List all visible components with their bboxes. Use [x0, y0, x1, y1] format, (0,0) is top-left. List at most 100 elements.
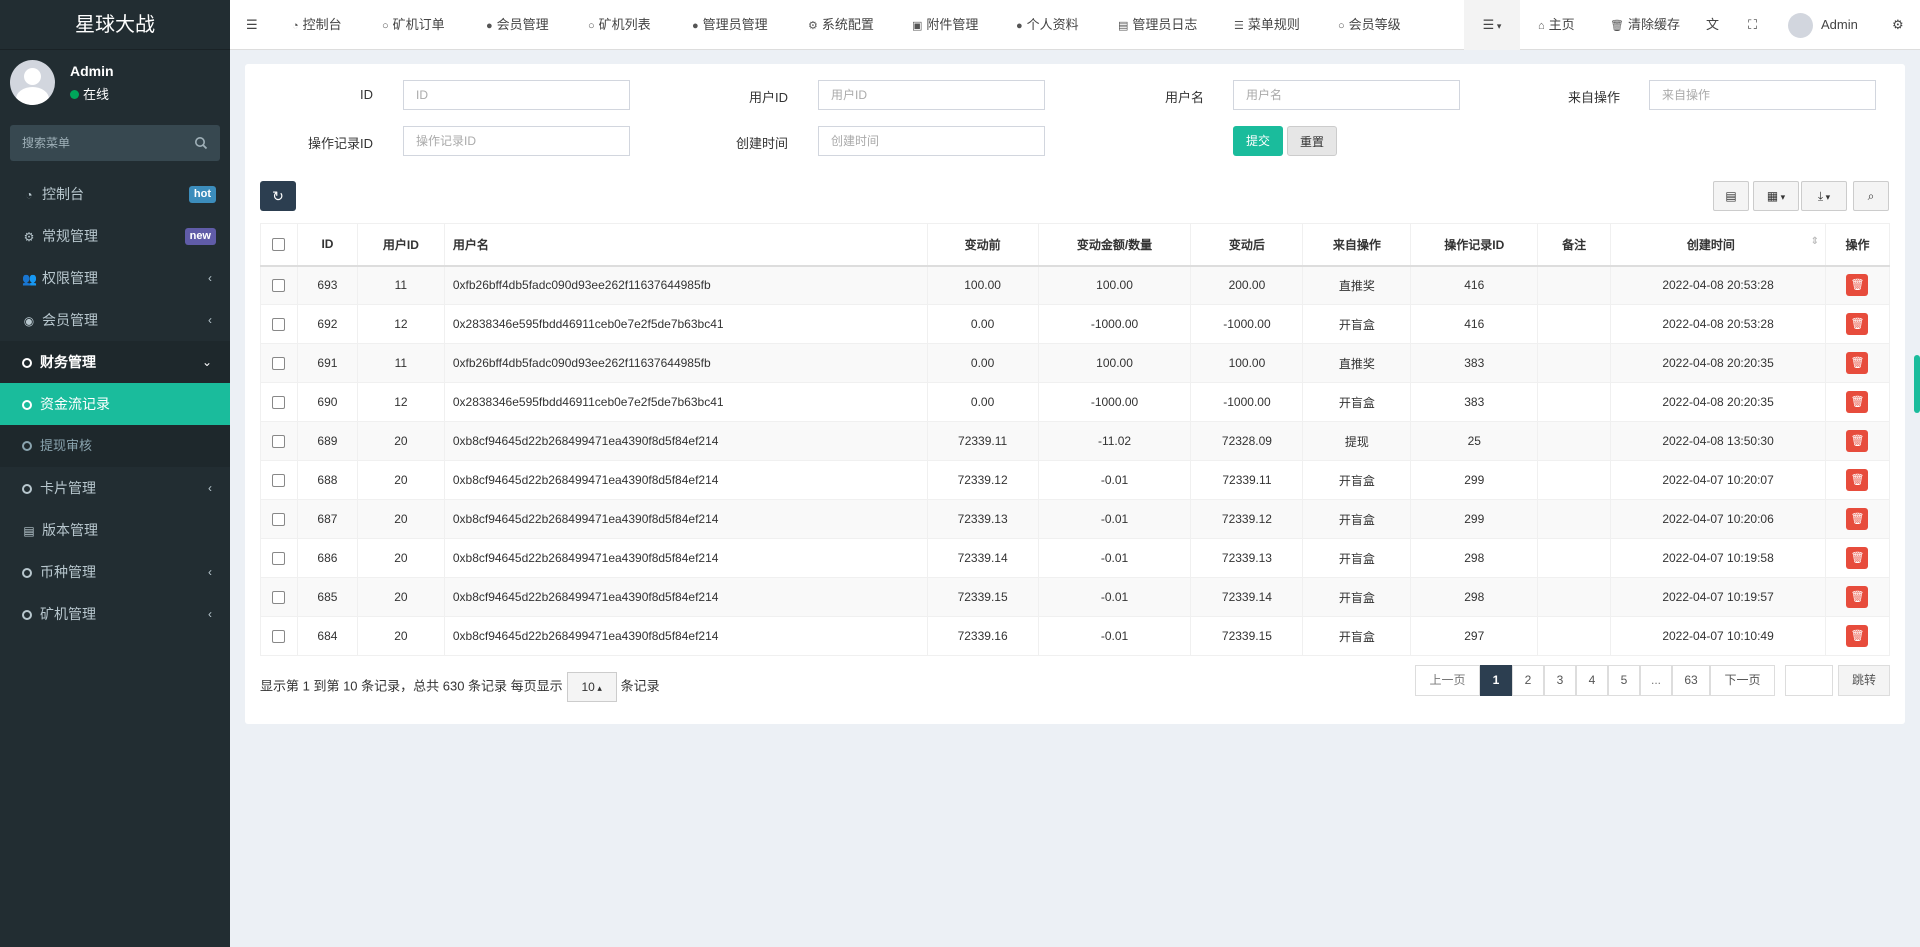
sidebar-search-input[interactable]: [10, 125, 220, 161]
filter-from-input[interactable]: [1649, 80, 1876, 110]
tab-dashboard[interactable]: ◔ 控制台: [292, 0, 342, 50]
col-remark[interactable]: 备注: [1537, 223, 1612, 267]
next-page-button[interactable]: 下一页: [1710, 665, 1775, 696]
sidebar-item-versions[interactable]: ▤ 版本管理: [0, 509, 230, 551]
tab-miner-list[interactable]: ○ 矿机列表: [588, 0, 651, 50]
settings-gear-icon[interactable]: ⚙: [1892, 0, 1904, 50]
tab-system-config[interactable]: ⚙ 系统配置: [808, 0, 874, 50]
sidebar-item-fund-flow[interactable]: 资金流记录: [0, 383, 230, 425]
submit-button[interactable]: 提交: [1233, 126, 1283, 156]
delete-button[interactable]: 🗑: [1846, 469, 1869, 491]
delete-button[interactable]: 🗑: [1846, 430, 1869, 452]
col-id[interactable]: ID: [296, 223, 358, 267]
delete-button[interactable]: 🗑: [1846, 313, 1869, 335]
toggle-view-button[interactable]: ▤: [1713, 181, 1749, 211]
page-1[interactable]: 1: [1480, 665, 1512, 696]
caret-down-icon: ▾: [1823, 192, 1831, 202]
page-3[interactable]: 3: [1544, 665, 1576, 696]
sidebar-item-cards[interactable]: 卡片管理 ‹: [0, 467, 230, 509]
col-record-id[interactable]: 操作记录ID: [1410, 223, 1539, 267]
row-checkbox[interactable]: [272, 630, 286, 644]
sidebar-item-finance[interactable]: 财务管理 ⌄: [0, 341, 230, 383]
tab-dropdown-toggle[interactable]: ☰ ▾: [1464, 0, 1520, 50]
brand-logo[interactable]: 星球大战: [0, 0, 230, 50]
cell-from: 提现: [1302, 421, 1412, 461]
col-amount[interactable]: 变动金额/数量: [1037, 223, 1192, 267]
row-checkbox[interactable]: [272, 513, 286, 527]
prev-page-button[interactable]: 上一页: [1415, 665, 1480, 696]
tab-member-levels[interactable]: ○ 会员等级: [1338, 0, 1401, 50]
col-created-time[interactable]: 创建时间 ⇕: [1610, 223, 1826, 267]
delete-button[interactable]: 🗑: [1846, 508, 1869, 530]
tab-miner-orders[interactable]: ○ 矿机订单: [382, 0, 445, 50]
cell-record-id: 299: [1410, 460, 1539, 500]
sidebar-item-permissions[interactable]: 👥 权限管理 ‹: [0, 257, 230, 299]
filter-uid-input[interactable]: [818, 80, 1045, 110]
row-checkbox[interactable]: [272, 357, 286, 371]
file-icon: ▤: [23, 524, 35, 538]
row-checkbox[interactable]: [272, 396, 286, 410]
col-before[interactable]: 变动前: [926, 223, 1039, 267]
tab-menu-rules[interactable]: ☰ 菜单规则: [1234, 0, 1300, 50]
sidebar-item-general[interactable]: ⚙ 常规管理 new: [0, 215, 230, 257]
row-checkbox[interactable]: [272, 318, 286, 332]
delete-button[interactable]: 🗑: [1846, 547, 1869, 569]
export-button[interactable]: ⤓ ▾: [1801, 181, 1847, 211]
circle-icon: [22, 400, 32, 410]
sidebar-item-currency[interactable]: 币种管理 ‹: [0, 551, 230, 593]
sidebar-item-withdraw-review[interactable]: 提现审核: [0, 425, 230, 467]
delete-button[interactable]: 🗑: [1846, 352, 1869, 374]
admin-menu[interactable]: Admin: [1788, 0, 1858, 50]
row-checkbox[interactable]: [272, 474, 286, 488]
clear-cache-button[interactable]: 🗑 清除缓存: [1610, 0, 1680, 50]
search-toggle-button[interactable]: ⌕: [1853, 181, 1889, 211]
delete-button[interactable]: 🗑: [1846, 274, 1869, 297]
tab-admin-manage[interactable]: ● 管理员管理: [692, 0, 768, 50]
row-checkbox[interactable]: [272, 591, 286, 605]
page-5[interactable]: 5: [1608, 665, 1640, 696]
select-all-checkbox[interactable]: [272, 238, 286, 252]
sidebar-item-members[interactable]: ◉ 会员管理 ‹: [0, 299, 230, 341]
sidebar-item-miners[interactable]: 矿机管理 ‹: [0, 593, 230, 635]
row-checkbox[interactable]: [272, 435, 286, 449]
pagination-info: 显示第 1 到第 10 条记录，总共 630 条记录 每页显示 10 ▴ 条记录: [260, 672, 660, 702]
cell-amount: -0.01: [1037, 499, 1192, 539]
sort-icon[interactable]: ⇕: [1811, 236, 1819, 247]
page-63[interactable]: 63: [1672, 665, 1710, 696]
sidebar-item-dashboard[interactable]: ◔ 控制台 hot: [0, 173, 230, 215]
filter-record-id-input[interactable]: [403, 126, 630, 156]
tab-members[interactable]: ● 会员管理: [486, 0, 549, 50]
row-checkbox[interactable]: [272, 279, 286, 293]
delete-button[interactable]: 🗑: [1846, 625, 1869, 647]
cogs-icon: ⚙: [23, 230, 35, 244]
col-from[interactable]: 来自操作: [1302, 223, 1412, 267]
col-after[interactable]: 变动后: [1190, 223, 1304, 267]
goto-page-input[interactable]: [1785, 665, 1833, 696]
sidebar-toggle-icon[interactable]: ☰: [246, 0, 258, 50]
delete-button[interactable]: 🗑: [1846, 391, 1869, 413]
delete-button[interactable]: 🗑: [1846, 586, 1869, 608]
home-link[interactable]: ⌂ 主页: [1538, 0, 1575, 50]
refresh-button[interactable]: ↻: [260, 181, 296, 211]
filter-username-input[interactable]: [1233, 80, 1460, 110]
page-scrollbar[interactable]: [1914, 355, 1920, 413]
reset-button[interactable]: 重置: [1287, 126, 1337, 156]
filter-label-uid: 用户ID: [748, 90, 788, 105]
language-icon[interactable]: 文: [1706, 0, 1719, 50]
col-username[interactable]: 用户名: [443, 223, 928, 267]
search-icon[interactable]: [194, 136, 208, 150]
col-uid[interactable]: 用户ID: [356, 223, 445, 267]
columns-button[interactable]: ▦ ▾: [1753, 181, 1799, 211]
filter-id-input[interactable]: [403, 80, 630, 110]
page-2[interactable]: 2: [1512, 665, 1544, 696]
tab-profile[interactable]: ● 个人资料: [1016, 0, 1079, 50]
filter-created-time-input[interactable]: [818, 126, 1045, 156]
row-checkbox[interactable]: [272, 552, 286, 566]
page-4[interactable]: 4: [1576, 665, 1608, 696]
tab-attachments[interactable]: ▣ 附件管理: [912, 0, 978, 50]
goto-page-button[interactable]: 跳转: [1838, 665, 1890, 696]
fullscreen-icon[interactable]: ⛶: [1748, 0, 1757, 50]
page-size-select[interactable]: 10 ▴: [566, 672, 617, 702]
tab-admin-log[interactable]: ▤ 管理员日志: [1118, 0, 1197, 50]
cell-remark: [1537, 577, 1612, 617]
